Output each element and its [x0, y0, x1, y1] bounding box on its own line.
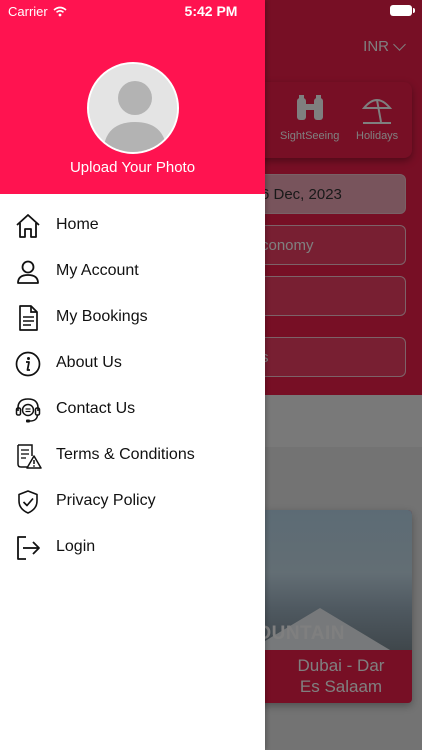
- terms-warning-icon: [14, 442, 42, 470]
- status-bar: Carrier 5:42 PM: [0, 0, 422, 24]
- home-icon: [14, 212, 42, 240]
- menu-label-contact-us: Contact Us: [56, 400, 136, 417]
- menu-label-home: Home: [56, 216, 99, 233]
- headset-icon: [14, 396, 42, 424]
- menu-label-about-us: About Us: [56, 354, 122, 371]
- menu-item-my-account[interactable]: My Account: [0, 248, 265, 294]
- menu-item-contact-us[interactable]: Contact Us: [0, 386, 265, 432]
- menu-label-my-bookings: My Bookings: [56, 308, 148, 325]
- menu-item-privacy-policy[interactable]: Privacy Policy: [0, 478, 265, 524]
- menu-item-my-bookings[interactable]: My Bookings: [0, 294, 265, 340]
- drawer-header: Upload Your Photo: [0, 0, 265, 194]
- shield-check-icon: [14, 488, 42, 516]
- drawer-menu: Home My Account My Bookings About Us Con…: [0, 202, 265, 570]
- user-icon: [14, 258, 42, 286]
- menu-item-terms-conditions[interactable]: Terms & Conditions: [0, 432, 265, 478]
- menu-label-terms-conditions: Terms & Conditions: [56, 446, 195, 463]
- login-icon: [14, 534, 42, 562]
- menu-item-home[interactable]: Home: [0, 202, 265, 248]
- upload-photo-link[interactable]: Upload Your Photo: [0, 159, 265, 176]
- avatar-placeholder-icon: [89, 64, 177, 152]
- menu-label-login: Login: [56, 538, 96, 555]
- menu-label-my-account: My Account: [56, 262, 139, 279]
- side-drawer: Upload Your Photo Home My Account My Boo…: [0, 0, 265, 750]
- menu-item-about-us[interactable]: About Us: [0, 340, 265, 386]
- battery-icon: [390, 5, 415, 16]
- menu-item-login[interactable]: Login: [0, 524, 265, 570]
- document-icon: [14, 304, 42, 332]
- status-time: 5:42 PM: [184, 3, 238, 19]
- info-icon: [14, 350, 42, 378]
- avatar[interactable]: [87, 62, 179, 154]
- menu-label-privacy-policy: Privacy Policy: [56, 492, 156, 509]
